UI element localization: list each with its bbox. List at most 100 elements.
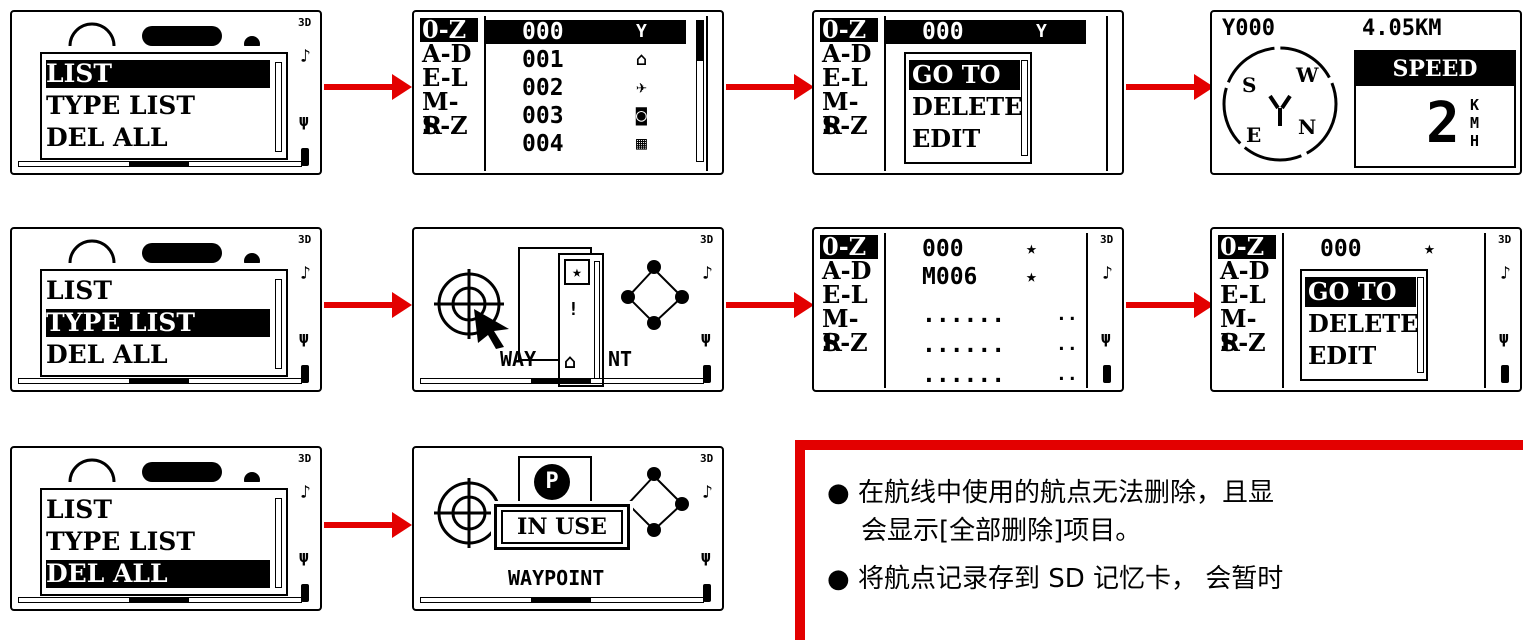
power-plug-icon: ψ [299,547,309,566]
list-item[interactable]: 004 ▦ [486,132,686,156]
waypoint-label-left: WAY [500,347,537,371]
status-bar: 3D ♪ ψ [1496,233,1516,383]
cocktail-icon: Y [1036,21,1047,42]
bullet-icon: ● [827,564,850,594]
list-item[interactable]: 000 ★ [886,237,1086,261]
3d-icon: 3D [1498,233,1512,246]
airplane-icon: ✈ [636,77,647,98]
type-picker[interactable]: ★ ! ⌂ [558,253,604,387]
star-icon[interactable]: ★ [564,259,590,285]
battery-icon [1103,365,1111,383]
screen-waypoint-list: 0-Z A-D E-L M-R S-Z 000 Y 001 ⌂ 002 ✈ 003 ◙ … [412,10,724,175]
background-icons [52,16,262,70]
speed-label: SPEED [1356,52,1514,86]
flow-arrow [324,512,412,538]
compass-w: W [1295,63,1319,87]
home-icon[interactable]: ⌂ [564,349,576,373]
screen-navigation: Y000 4.05KM S W E N SPEED 2 KMH [1210,10,1522,175]
list-scrollbar[interactable] [696,20,704,162]
menu-item-del-all[interactable]: DEL ALL [46,341,270,369]
menu-scrollbar[interactable] [275,62,282,152]
power-plug-icon: ψ [701,547,711,566]
screen-menu-del-all: LIST TYPE LIST DEL ALL 3D ♪ ψ [10,446,322,611]
list-item[interactable]: 001 ⌂ [486,48,686,72]
delete-option[interactable]: DELETE [1305,309,1418,339]
music-note-icon: ♪ [702,482,713,503]
action-popup: GO TO DELETE EDIT [904,52,1032,164]
menu-item-del-all[interactable]: DEL ALL [46,124,270,152]
speed-panel: SPEED 2 KMH [1354,50,1516,168]
battery-icon [301,365,309,383]
power-plug-icon: ψ [299,328,309,347]
index-column: 0-Z A-D E-L M-R S-Z [820,235,878,355]
menu-item-list[interactable]: LIST [46,277,270,305]
screen-type-select: ★ ! ⌂ WAY NT 3D ♪ ψ [412,227,724,392]
background-icons [52,452,262,506]
index-s-z[interactable]: S-Z [420,114,478,138]
screen-list-popup: 0-Z A-D E-L M-R S-Z 000 Y GO TO DELETE ED… [812,10,1124,175]
menu-scrollbar[interactable] [275,498,282,588]
speed-value: 2 [1426,91,1460,156]
flow-arrow [1126,74,1214,100]
index-column: 0-Z A-D E-L M-R S-Z [820,18,878,138]
background-icons [52,233,262,287]
battery-icon [301,584,309,602]
3d-icon: 3D [1100,233,1114,246]
3d-icon: 3D [700,452,714,465]
parking-icon: P [534,464,570,500]
music-note-icon: ♪ [300,263,311,284]
index-s-z[interactable]: S-Z [820,114,878,138]
goto-option[interactable]: GO TO [909,60,1020,90]
power-plug-icon: ψ [701,328,711,347]
list-item[interactable]: ........ [886,303,1086,327]
menu-item-type-list[interactable]: TYPE LIST [46,528,270,556]
power-plug-icon: ψ [1499,328,1509,347]
main-menu: LIST TYPE LIST DEL ALL [40,269,288,377]
flow-arrow [1126,292,1214,318]
compass-e: E [1246,123,1261,147]
list-item[interactable]: M006 ★ [886,265,1086,289]
progress-bar [18,597,302,603]
menu-item-list[interactable]: LIST [46,60,270,88]
battery-icon [703,365,711,383]
list-item[interactable]: 000 Y [486,20,686,44]
flag-icon[interactable]: ! [568,299,579,320]
menu-item-type-list[interactable]: TYPE LIST [46,309,270,337]
note-line-2: 会显示[全部删除]项目。 [861,516,1142,546]
edit-option[interactable]: EDIT [1305,341,1416,371]
popup-scrollbar[interactable] [1417,277,1424,373]
type-waypoint-list: 000 ★ M006 ★ ........ ........ ........ [884,233,1088,388]
list-item[interactable]: ........ [886,333,1086,357]
compass-s: S [1242,73,1256,97]
note-line-3: ● 将航点记录存到 SD 记忆卡， 会暂时 [827,564,1284,594]
picker-scrollbar[interactable] [594,261,600,379]
star-icon: ★ [1026,266,1037,287]
list-item[interactable]: 000 Y [886,20,1086,44]
screen-menu-type-list: LIST TYPE LIST DEL ALL 3D ♪ ψ [10,227,322,392]
flow-arrow [726,74,814,100]
edit-option[interactable]: EDIT [909,124,1020,154]
index-s-z[interactable]: S-Z [820,331,878,355]
delete-option[interactable]: DELETE [909,92,1022,122]
flow-arrow [324,292,412,318]
status-bar: 3D ♪ ψ [296,16,316,166]
status-bar: 3D ♪ ψ [296,233,316,383]
home-icon: ⌂ [636,49,647,70]
menu-scrollbar[interactable] [275,279,282,369]
index-s-z[interactable]: S-Z [1218,331,1276,355]
list-item[interactable]: 003 ◙ [486,104,686,128]
bullet-icon: ● [827,478,850,508]
flow-arrow [324,74,412,100]
list-item[interactable]: 000 ★ [1284,237,1484,261]
status-bar: 3D ♪ ψ [296,452,316,602]
list-item[interactable]: ........ [886,363,1086,387]
menu-item-type-list[interactable]: TYPE LIST [46,92,270,120]
popup-scrollbar[interactable] [1021,60,1028,156]
menu-item-list[interactable]: LIST [46,496,270,524]
menu-item-del-all[interactable]: DEL ALL [46,560,270,588]
waypoint-label: WAYPOINT [508,566,605,590]
nav-waypoint: Y000 [1222,16,1275,41]
status-bar: 3D ♪ ψ [698,233,718,383]
list-item[interactable]: 002 ✈ [486,76,686,100]
goto-option[interactable]: GO TO [1305,277,1416,307]
